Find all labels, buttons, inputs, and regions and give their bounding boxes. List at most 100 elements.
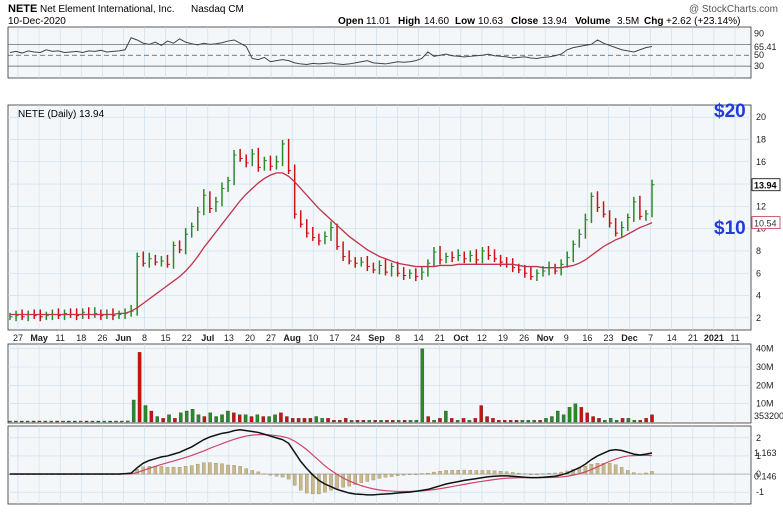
macd-histogram-bar xyxy=(559,471,563,475)
ohlc-bar: Open 11.01 High 14.60 Low 10.63 Close 13… xyxy=(338,16,741,27)
volume-bar xyxy=(255,414,260,423)
price-tick-label: 8 xyxy=(756,246,761,256)
volume-bar xyxy=(479,405,483,423)
volume-bar xyxy=(243,414,248,423)
macd-histogram-bar xyxy=(292,473,297,486)
volume-value: 3.5M xyxy=(617,16,639,27)
volume-bar xyxy=(179,412,183,423)
volume-bar xyxy=(491,418,495,423)
volume-bar xyxy=(644,418,648,423)
volume-bar xyxy=(226,410,230,423)
x-tick-label: 14 xyxy=(414,333,424,343)
rsi-panel xyxy=(7,26,752,79)
volume-bar xyxy=(120,420,124,423)
volume-bar xyxy=(261,416,266,423)
macd-histogram-bar xyxy=(498,471,503,475)
volume-panel xyxy=(7,343,752,424)
low-label: Low xyxy=(455,16,475,27)
volume-bar xyxy=(444,410,448,423)
volume-bar xyxy=(279,412,283,423)
volume-bar xyxy=(485,416,489,423)
volume-bar xyxy=(597,418,601,423)
volume-bar xyxy=(497,420,501,423)
price-tick-label: 18 xyxy=(756,134,766,144)
volume-bar xyxy=(420,348,425,423)
volume-bar xyxy=(96,420,101,423)
macd-histogram-bar xyxy=(165,467,170,475)
macd-histogram-bar xyxy=(644,472,648,475)
exchange: Nasdaq CM xyxy=(191,4,244,15)
volume-bar xyxy=(579,407,584,423)
volume-bar xyxy=(184,410,189,423)
x-tick-label: 14 xyxy=(667,333,677,343)
x-tick-label: 17 xyxy=(329,333,339,343)
macd-histogram-bar xyxy=(202,462,206,475)
x-tick-label: Aug xyxy=(283,333,301,343)
macd-histogram-bar xyxy=(650,471,654,475)
macd-histogram-bar xyxy=(359,473,364,483)
volume-bar xyxy=(114,420,118,423)
rsi-tick-label: 30 xyxy=(754,61,764,71)
volume-bar xyxy=(455,420,460,423)
volume-bar xyxy=(585,412,589,423)
volume-bar xyxy=(343,418,348,423)
x-tick-label: 18 xyxy=(76,333,86,343)
macd-histogram-bar xyxy=(286,473,291,480)
volume-bar xyxy=(302,418,307,423)
x-tick-label: Dec xyxy=(621,333,638,343)
price-tick-label: 20 xyxy=(756,112,766,122)
macd-histogram-bar xyxy=(426,472,430,475)
price-tick-label: 6 xyxy=(756,268,761,278)
x-tick-label: 11 xyxy=(56,333,65,343)
volume-bar xyxy=(355,420,360,423)
symbol: NETE xyxy=(8,3,37,15)
macd-current-label: 1.163 xyxy=(754,448,777,458)
x-tick-label: 16 xyxy=(582,333,592,343)
volume-bar xyxy=(414,420,419,423)
macd-histogram-bar xyxy=(438,471,442,475)
volume-bar xyxy=(408,420,413,423)
volume-bar xyxy=(84,420,89,423)
macd-histogram-bar xyxy=(256,471,261,475)
volume-bar xyxy=(149,410,154,423)
macd-histogram-bar xyxy=(613,464,618,475)
macd-histogram-bar xyxy=(335,473,339,490)
macd-histogram-bar xyxy=(450,470,454,475)
volume-bar xyxy=(232,412,236,423)
price-tick-label: 4 xyxy=(756,291,761,301)
annotation-20: $20 xyxy=(714,101,746,122)
close-value: 13.94 xyxy=(542,16,567,27)
macd-histogram-bar xyxy=(607,463,612,475)
volume-bar xyxy=(532,420,536,423)
volume-bar xyxy=(573,403,578,423)
volume-bar xyxy=(449,418,454,423)
macd-histogram-bar xyxy=(523,473,527,475)
volume-bar xyxy=(461,418,466,423)
volume-bar xyxy=(338,420,342,423)
volume-bar xyxy=(385,420,389,423)
x-tick-label: 26 xyxy=(519,333,529,343)
volume-bar xyxy=(273,414,277,423)
volume-bar xyxy=(31,420,36,423)
volume-bar xyxy=(349,420,354,423)
macd-histogram-bar xyxy=(250,470,255,475)
volume-bar xyxy=(526,420,531,423)
volume-bar xyxy=(567,407,572,423)
volume-bar xyxy=(373,420,377,423)
volume-bar xyxy=(626,418,631,423)
macd-histogram-bar xyxy=(177,467,182,475)
volume-bar xyxy=(67,420,71,423)
macd-histogram-bar xyxy=(196,463,200,475)
x-tick-label: 21 xyxy=(688,333,698,343)
price-tick-label: 2 xyxy=(756,313,761,323)
volume-bar xyxy=(237,414,242,423)
macd-histogram-bar xyxy=(444,470,448,475)
current-price-label: 13.94 xyxy=(754,181,777,191)
macd-histogram-bar xyxy=(632,472,636,475)
volume-bar xyxy=(332,420,336,423)
macd-histogram-bar xyxy=(268,473,273,476)
volume-bar xyxy=(638,420,642,423)
volume-bar xyxy=(603,420,607,423)
change-value: +2.62 (+23.14%) xyxy=(666,16,741,27)
x-tick-label: 19 xyxy=(498,333,508,343)
